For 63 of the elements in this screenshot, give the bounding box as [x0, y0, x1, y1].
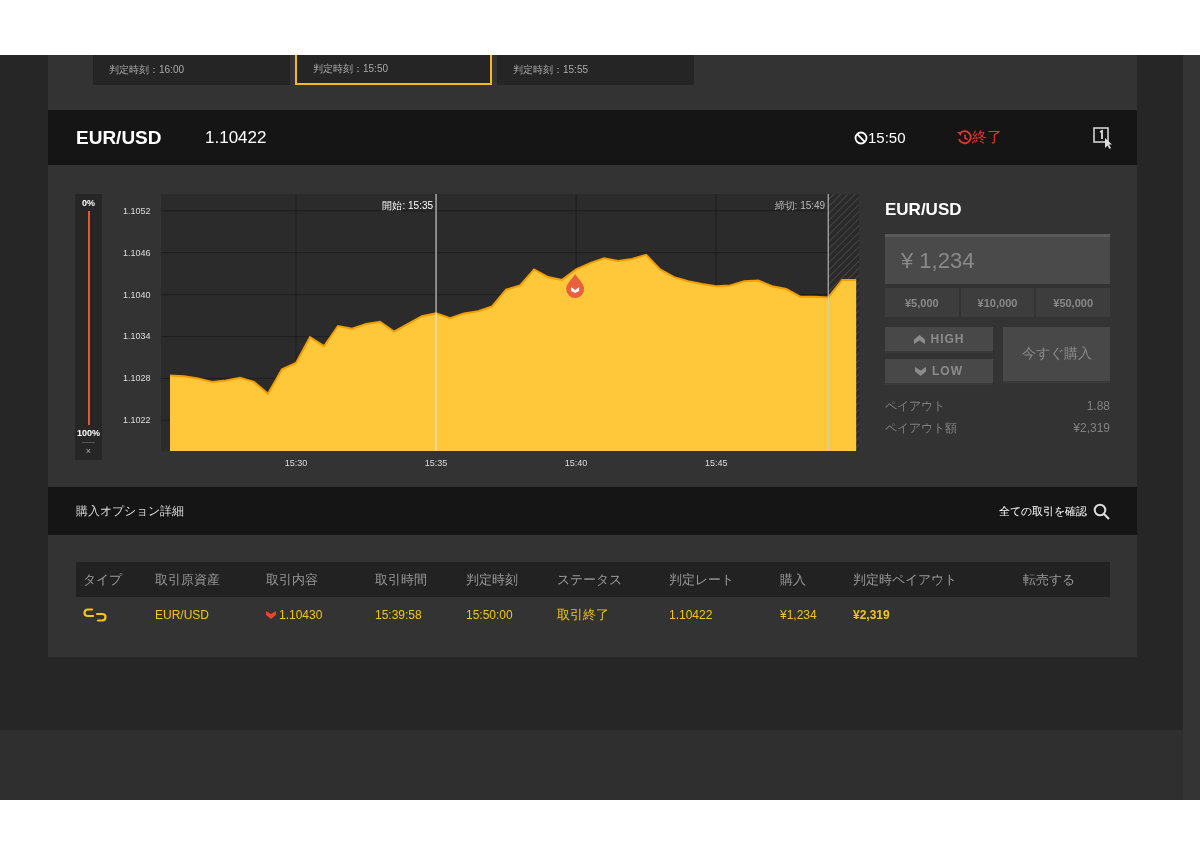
- all-trades-link[interactable]: 全ての取引を確認: [999, 502, 1110, 520]
- table-cell-text: ¥2,319: [853, 607, 891, 622]
- x-tick-label: 15:40: [564, 458, 588, 468]
- time-line-label: 締切: 15:49: [774, 200, 826, 211]
- amount-field[interactable]: ¥ 1,234: [885, 234, 1110, 284]
- x-tick-label: 15:35: [424, 458, 448, 468]
- table-cell-text: EUR/USD: [155, 607, 210, 622]
- expiry-card[interactable]: 判定時刻：15:55: [497, 55, 694, 85]
- zoom-track[interactable]: [87, 211, 90, 425]
- window-cursor-icon[interactable]: [1093, 126, 1113, 149]
- chain-icon: [83, 607, 107, 622]
- column-header: 取引内容: [266, 570, 319, 589]
- zoom-bar[interactable]: 0% 100% ×: [75, 194, 102, 460]
- y-tick-label: 1.1040: [123, 289, 151, 300]
- x-tick-label: 15:30: [284, 458, 308, 468]
- symbol-title: EUR/USD: [76, 126, 163, 149]
- column-header: タイプ: [83, 570, 124, 589]
- quick-amount-button[interactable]: ¥50,000: [1036, 288, 1110, 317]
- down-arrow-icon: [915, 366, 926, 376]
- table-cell-text: 15:39:58: [375, 607, 423, 622]
- up-arrow-icon: [913, 334, 925, 344]
- y-tick-label: 1.1052: [123, 205, 151, 216]
- y-tick-label: 1.1022: [123, 415, 151, 426]
- ban-icon: [854, 130, 868, 145]
- quick-amount-button[interactable]: ¥10,000: [960, 288, 1035, 317]
- current-price: 1.10422: [205, 127, 268, 148]
- column-header: 判定レート: [669, 570, 735, 589]
- column-header: 転売する: [1023, 570, 1076, 589]
- column-header: 購入: [780, 570, 807, 589]
- column-header: 取引原資産: [155, 570, 221, 589]
- zoom-label: 100%: [77, 428, 100, 438]
- history-icon: [956, 130, 972, 145]
- table-cell-text: 1.10422: [669, 607, 714, 622]
- y-tick-label: 1.1046: [123, 247, 151, 258]
- quick-amount-button[interactable]: ¥5,000: [885, 288, 959, 317]
- table-cell-text: 取引終了: [557, 605, 610, 624]
- down-arrow-icon: [266, 610, 276, 619]
- entry-marker-icon: [566, 274, 585, 299]
- payout-label: ペイアウト: [885, 397, 945, 415]
- x-tick-label: 15:45: [704, 458, 728, 468]
- y-tick-label: 1.1028: [123, 373, 151, 384]
- expiry-time: 15:50: [868, 129, 907, 146]
- payout-value: ¥2,319: [1073, 421, 1110, 435]
- details-title: 購入オプション詳細: [76, 502, 184, 520]
- scrollbar-track[interactable]: [1183, 55, 1200, 800]
- zoom-close-button[interactable]: ×: [81, 442, 96, 456]
- y-tick-label: 1.1034: [123, 331, 151, 342]
- order-symbol: EUR/USD: [885, 200, 963, 221]
- table-cell-text: ¥1,234: [780, 607, 818, 622]
- expiry-card[interactable]: 判定時刻：15:50: [295, 55, 492, 85]
- status-text: 終了: [972, 128, 1003, 147]
- payout-value: 1.88: [1086, 399, 1110, 413]
- zoom-label: 0%: [82, 198, 95, 208]
- payout-label: ペイアウト額: [885, 419, 957, 437]
- time-line-label: 開始: 15:35: [382, 200, 434, 211]
- column-header: 判定時刻: [466, 570, 519, 589]
- column-header: 取引時間: [375, 570, 428, 589]
- search-icon: [1093, 502, 1110, 520]
- column-header: ステータス: [557, 570, 623, 589]
- table-cell: 1.10430: [279, 607, 323, 622]
- expiry-card[interactable]: 判定時刻：16:00: [93, 55, 290, 85]
- table-cell-text: 15:50:00: [466, 607, 514, 622]
- column-header: 判定時ペイアウト: [853, 570, 958, 589]
